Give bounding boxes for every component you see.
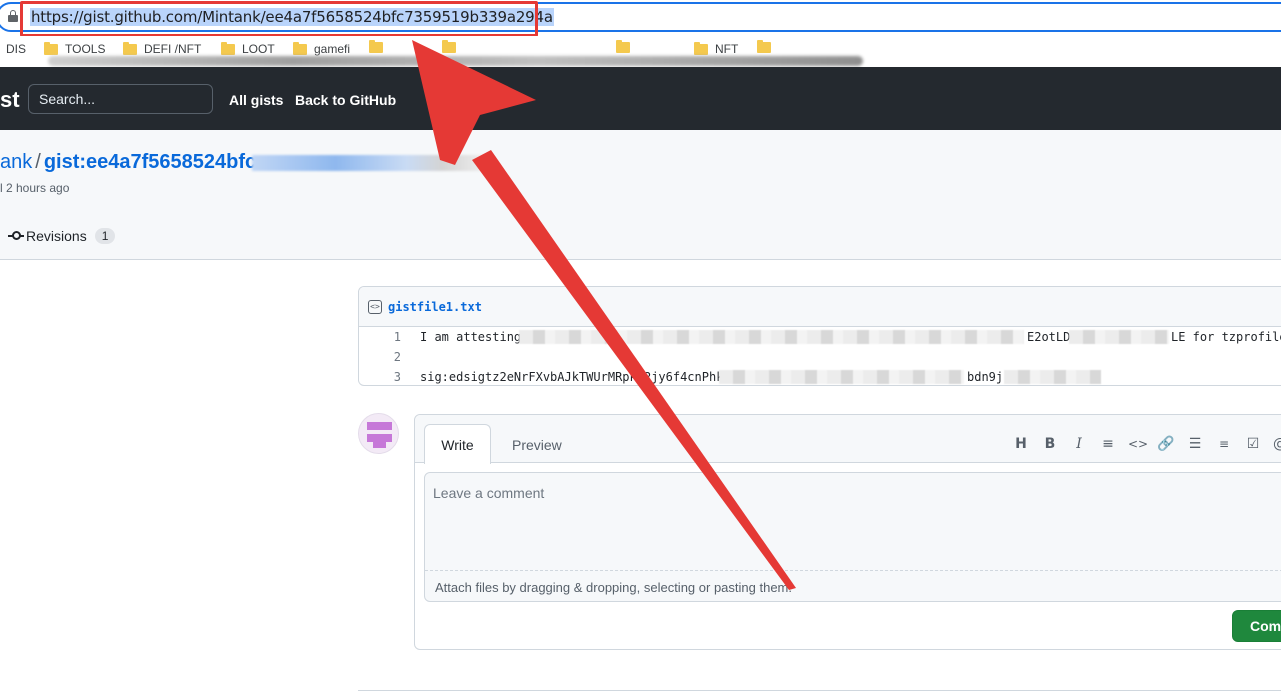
lock-icon[interactable] (8, 10, 18, 22)
line-number[interactable]: 2 (359, 347, 401, 367)
gist-logo[interactable]: st (0, 87, 20, 113)
tab-label: Revisions (26, 228, 87, 244)
search-input[interactable] (28, 84, 213, 114)
all-gists-link[interactable]: All gists (229, 92, 283, 108)
folder-icon (369, 40, 383, 53)
folder-icon (293, 41, 307, 55)
bold-icon[interactable]: B (1041, 435, 1059, 453)
redaction-smudge (48, 56, 863, 66)
redaction-blur (719, 370, 964, 384)
divider (358, 690, 1281, 691)
bookmark-dis[interactable]: DIS (6, 42, 26, 56)
mention-icon[interactable]: @ (1271, 435, 1281, 453)
bookmark-folder[interactable] (616, 40, 637, 53)
comment-editor: Attach files by dragging & dropping, sel… (424, 472, 1281, 602)
line-number[interactable]: 1 (359, 327, 401, 347)
comment-tabs: Write Preview H B I ≡ <> 🔗 ☰ ≡ ☑ @ (415, 415, 1281, 464)
code-line: 3 sig:edsigtz2eNrFXvbAJkTWUrMRpkU2jy6f4c… (359, 367, 1281, 385)
gist-file: <> gistfile1.txt 1 I am attesting “ E2ot… (358, 286, 1281, 386)
file-header: <> gistfile1.txt (359, 287, 1281, 327)
bookmark-label: NFT (715, 42, 739, 56)
back-to-github-link[interactable]: Back to GitHub (295, 92, 396, 108)
file-name-link[interactable]: gistfile1.txt (388, 300, 482, 314)
comment-submit-button[interactable]: Comm (1232, 610, 1281, 642)
line-number[interactable]: 3 (359, 367, 401, 385)
ordered-list-icon[interactable]: ≡ (1215, 435, 1233, 453)
browser-address-bar: https://gist.github.com/Mintank/ee4a7f56… (0, 0, 1281, 37)
bookmark-folder-defi[interactable]: DEFI /NFT (123, 41, 202, 56)
bookmark-label: LOOT (242, 42, 275, 56)
folder-icon (221, 41, 235, 55)
task-list-icon[interactable]: ☑ (1244, 435, 1262, 453)
code-square-icon: <> (368, 299, 382, 314)
bookmark-folder-tools[interactable]: TOOLS (44, 41, 106, 56)
bookmark-folder-loot[interactable]: LOOT (221, 41, 275, 56)
line-content: sig:edsigtz2eNrFXvbAJkTWUrMRpkU2jy6f4cnP… (420, 370, 731, 384)
avatar[interactable] (358, 413, 399, 454)
folder-icon (442, 40, 456, 53)
line-content: bdn9j (967, 370, 1004, 384)
bookmark-folder-nft[interactable]: NFT (694, 41, 739, 56)
bookmark-label: gamefi (314, 42, 351, 56)
bookmark-label: DIS (6, 42, 27, 56)
attach-files-hint[interactable]: Attach files by dragging & dropping, sel… (435, 580, 792, 595)
comment-composer: Write Preview H B I ≡ <> 🔗 ☰ ≡ ☑ @ Attac… (414, 414, 1281, 650)
title-separator: / (35, 151, 41, 173)
folder-icon (123, 41, 137, 55)
gist-header: st All gists Back to GitHub (0, 67, 1281, 130)
code-line: 1 I am attesting “ E2otLD LE for tzprofi… (359, 327, 1281, 347)
redaction-blur (252, 155, 490, 171)
code-line: 2 (359, 347, 1281, 367)
bookmark-label: TOOLS (65, 42, 106, 56)
redaction-blur (519, 330, 1024, 344)
folder-icon (757, 40, 771, 53)
gist-name-link[interactable]: gist:ee4a7f5658524bfc (44, 151, 256, 173)
bookmark-label: DEFI /NFT (144, 42, 202, 56)
quote-icon[interactable]: ≡ (1099, 435, 1117, 453)
redaction-blur (1069, 330, 1169, 344)
tab-preview[interactable]: Preview (512, 437, 562, 453)
bookmark-folder[interactable] (369, 40, 390, 53)
tab-write[interactable]: Write (424, 424, 491, 464)
gist-title-section: ank / gist:ee4a7f5658524bfc l 2 hours ago … (0, 130, 1281, 260)
link-icon[interactable]: 🔗 (1157, 435, 1175, 453)
revisions-count-badge: 1 (94, 228, 116, 244)
heading-icon[interactable]: H (1012, 435, 1030, 453)
comment-textarea[interactable] (425, 473, 1281, 571)
url-annotation-box (20, 1, 538, 37)
line-content: LE for tzprofiles (1171, 330, 1281, 344)
bookmark-folder[interactable] (757, 40, 778, 53)
git-commit-icon (8, 231, 24, 241)
italic-icon[interactable]: I (1070, 435, 1088, 453)
unordered-list-icon[interactable]: ☰ (1186, 435, 1204, 453)
gist-title: ank / gist:ee4a7f5658524bfc (0, 151, 256, 174)
gist-timestamp: l 2 hours ago (0, 181, 70, 195)
owner-link[interactable]: ank (0, 151, 32, 173)
bookmarks-bar: DIS TOOLS DEFI /NFT LOOT gamefi NFT (0, 36, 1281, 66)
folder-icon (694, 41, 708, 55)
code-icon[interactable]: <> (1128, 435, 1148, 453)
screenshot-root: https://gist.github.com/Mintank/ee4a7f56… (0, 0, 1281, 700)
bookmark-folder[interactable] (442, 40, 463, 53)
line-content: E2otLD (1027, 330, 1071, 344)
folder-icon (616, 40, 630, 53)
redaction-blur (1004, 370, 1101, 384)
folder-icon (44, 41, 58, 55)
tab-revisions[interactable]: Revisions 1 (8, 228, 116, 244)
bookmark-folder-gamefi[interactable]: gamefi (293, 41, 351, 56)
